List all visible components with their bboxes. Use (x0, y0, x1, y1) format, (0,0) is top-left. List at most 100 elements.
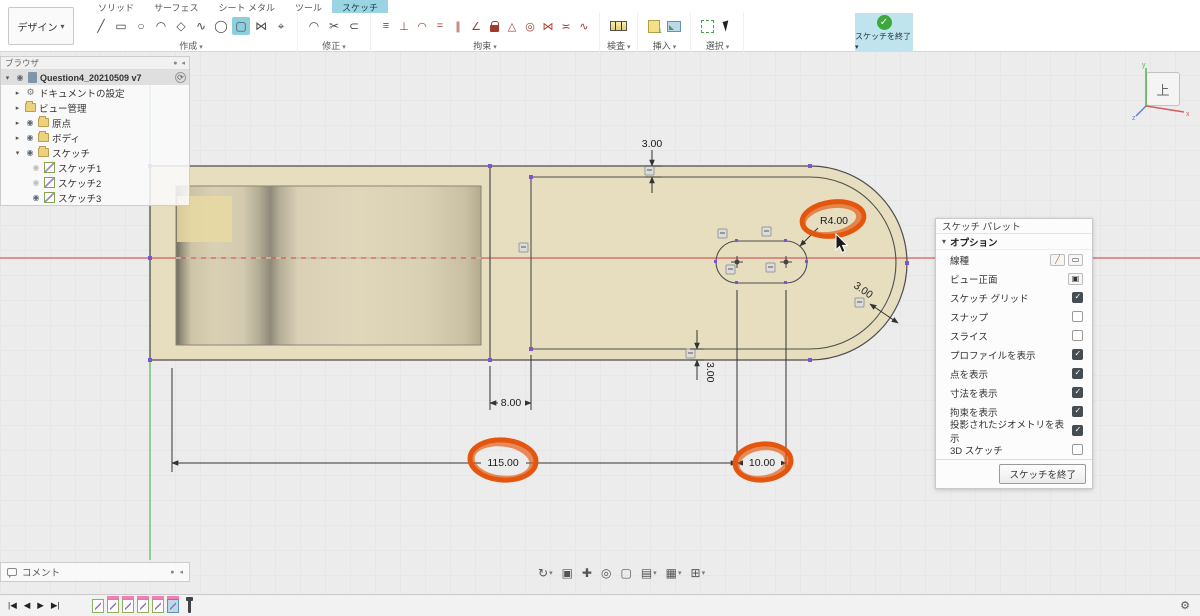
slice-checkbox[interactable] (1072, 330, 1083, 341)
midpoint-constraint-icon[interactable]: △ (504, 17, 520, 35)
palette-header[interactable]: スケッチ パレット (936, 219, 1092, 234)
insert-group-label[interactable]: 挿入 (653, 39, 676, 52)
visibility-eye-icon[interactable]: ◉ (25, 133, 35, 142)
zoom-icon[interactable]: ◎ (601, 566, 611, 580)
create-group-label[interactable]: 作成 (179, 39, 202, 52)
measure-tool-icon[interactable] (610, 17, 628, 35)
tab-solid[interactable]: ソリッド (88, 0, 144, 13)
insert-image-icon[interactable] (665, 17, 683, 35)
browser-item-view-management[interactable]: ▸ ビュー管理 (1, 100, 189, 115)
workspace-switcher[interactable]: デザイン (8, 7, 74, 45)
construction-line-icon[interactable]: ╱ (1050, 253, 1065, 266)
polygon-tool-icon[interactable]: ◇ (172, 17, 190, 35)
browser-item-sketch3[interactable]: ◉ スケッチ3 (1, 190, 189, 205)
smooth-constraint-icon[interactable]: ≍ (558, 17, 574, 35)
constraints-group-label[interactable]: 拘束 (473, 39, 496, 52)
browser-item-sketch2[interactable]: ◉ スケッチ2 (1, 175, 189, 190)
trim-tool-icon[interactable]: ✂ (325, 17, 343, 35)
browser-header[interactable]: ブラウザ ● ◂ (1, 57, 189, 70)
perpendicular-constraint-icon[interactable]: ⊥ (396, 17, 412, 35)
offset-tool-icon[interactable]: ⊂ (345, 17, 363, 35)
look-at-icon[interactable]: ▣ (562, 566, 573, 580)
snap-checkbox[interactable] (1072, 311, 1083, 322)
symmetry-constraint-icon[interactable]: ⋈ (540, 17, 556, 35)
dimension-slot-pitch[interactable]: 10.00 (749, 457, 775, 469)
dimension-top-offset[interactable]: 3.00 (642, 138, 663, 150)
concentric-constraint-icon[interactable]: ◎ (522, 17, 538, 35)
select-cursor-icon[interactable] (718, 17, 736, 35)
horizontal-vertical-constraint-icon[interactable]: ∠ (468, 17, 484, 35)
parallel-constraint-icon[interactable]: ∥ (450, 17, 466, 35)
timeline-feature-sketch[interactable] (151, 598, 164, 613)
dimension-bottom-offset[interactable]: 3.00 (704, 362, 716, 383)
sync-status-icon[interactable]: ⟳ (175, 72, 186, 83)
dimension-gap[interactable]: 8.00 (501, 397, 522, 409)
timeline-feature-sketch[interactable] (136, 598, 149, 613)
dimension-total-length[interactable]: 115.00 (487, 457, 518, 469)
visibility-eye-icon[interactable]: ◉ (15, 73, 25, 82)
show-points-checkbox[interactable] (1072, 368, 1083, 379)
spline-tool-icon[interactable]: ∿ (192, 17, 210, 35)
line-tool-icon[interactable]: ╱ (92, 17, 110, 35)
go-to-start-button[interactable]: |◀ (8, 600, 17, 611)
timeline-feature-sketch-current[interactable] (166, 598, 179, 613)
show-constraints-checkbox[interactable] (1072, 406, 1083, 417)
slot-tool-icon[interactable]: ▢ (232, 17, 250, 35)
panel-collapse-icon[interactable]: ◂ (181, 59, 185, 67)
equal-constraint-icon[interactable]: = (432, 17, 448, 35)
panel-collapse-icon[interactable]: ◂ (179, 568, 183, 576)
palette-section-options[interactable]: オプション (936, 234, 1092, 250)
rectangle-tool-icon[interactable]: ▭ (112, 17, 130, 35)
browser-item-sketches[interactable]: ▾ ◉ スケッチ (1, 145, 189, 160)
expand-triangle-icon[interactable]: ▸ (13, 104, 22, 112)
display-settings-icon[interactable]: ▤ ▾ (641, 566, 657, 580)
viewcube-top-face[interactable]: 上 (1146, 72, 1180, 106)
tab-surface[interactable]: サーフェス (144, 0, 208, 13)
center-line-icon[interactable]: ▭ (1068, 253, 1083, 266)
comments-panel[interactable]: コメント ● ◂ (0, 562, 190, 582)
expand-triangle-icon[interactable]: ▸ (13, 119, 22, 127)
browser-item-bodies[interactable]: ▸ ◉ ボディ (1, 130, 189, 145)
expand-triangle-icon[interactable]: ▾ (3, 74, 12, 82)
expand-triangle-icon[interactable]: ▸ (13, 134, 22, 142)
show-projected-checkbox[interactable] (1072, 425, 1083, 436)
finish-sketch-button[interactable]: スケッチを終了 (999, 464, 1086, 484)
arc-tool-icon[interactable]: ◠ (152, 17, 170, 35)
timeline-settings-gear-icon[interactable]: ⚙ (1180, 599, 1190, 612)
fillet-tool-icon[interactable]: ◠ (305, 17, 323, 35)
window-select-icon[interactable] (698, 17, 716, 35)
browser-item-document-settings[interactable]: ▸ ⚙ ドキュメントの設定 (1, 85, 189, 100)
tangent-constraint-icon[interactable]: ◠ (414, 17, 430, 35)
play-button[interactable]: ▶ (37, 600, 44, 611)
insert-file-icon[interactable] (645, 17, 663, 35)
curvature-constraint-icon[interactable]: ∿ (576, 17, 592, 35)
collinear-constraint-icon[interactable]: ≡ (378, 17, 394, 35)
dimension-slot-radius[interactable]: R4.00 (820, 215, 848, 227)
tab-sheet-metal[interactable]: シート メタル (208, 0, 285, 13)
go-to-end-button[interactable]: ▶| (51, 600, 60, 611)
expand-triangle-icon[interactable]: ▸ (13, 89, 22, 97)
point-tool-icon[interactable]: ⌖ (272, 17, 290, 35)
expand-triangle-icon[interactable]: ▾ (13, 149, 22, 157)
browser-item-sketch1[interactable]: ◉ スケッチ1 (1, 160, 189, 175)
circle-tool-icon[interactable]: ○ (132, 17, 150, 35)
look-at-icon[interactable]: ▣ (1068, 272, 1083, 285)
tab-sketch[interactable]: スケッチ (332, 0, 389, 13)
select-group-label[interactable]: 選択 (706, 39, 729, 52)
tab-tools[interactable]: ツール (285, 0, 332, 13)
step-back-button[interactable]: ◀ (24, 600, 31, 611)
timeline-feature-sketch[interactable] (106, 598, 119, 613)
visibility-eye-icon[interactable]: ◉ (31, 163, 41, 172)
visibility-eye-icon[interactable]: ◉ (31, 178, 41, 187)
finish-sketch-toolbar-button[interactable]: ✓ スケッチを終了 (855, 13, 913, 52)
timeline-marker[interactable] (185, 597, 193, 613)
show-dimensions-checkbox[interactable] (1072, 387, 1083, 398)
fit-icon[interactable]: ▢ (620, 566, 631, 580)
timeline-feature-sketch[interactable] (121, 598, 134, 613)
viewcube[interactable]: y x z 上 (1132, 62, 1190, 120)
inspect-group-label[interactable]: 検査 (607, 39, 630, 52)
visibility-eye-icon[interactable]: ◉ (25, 118, 35, 127)
browser-item-origin[interactable]: ▸ ◉ 原点 (1, 115, 189, 130)
sketch-geometry[interactable] (150, 166, 907, 360)
grid-snap-icon[interactable]: ▦ ▾ (666, 566, 682, 580)
